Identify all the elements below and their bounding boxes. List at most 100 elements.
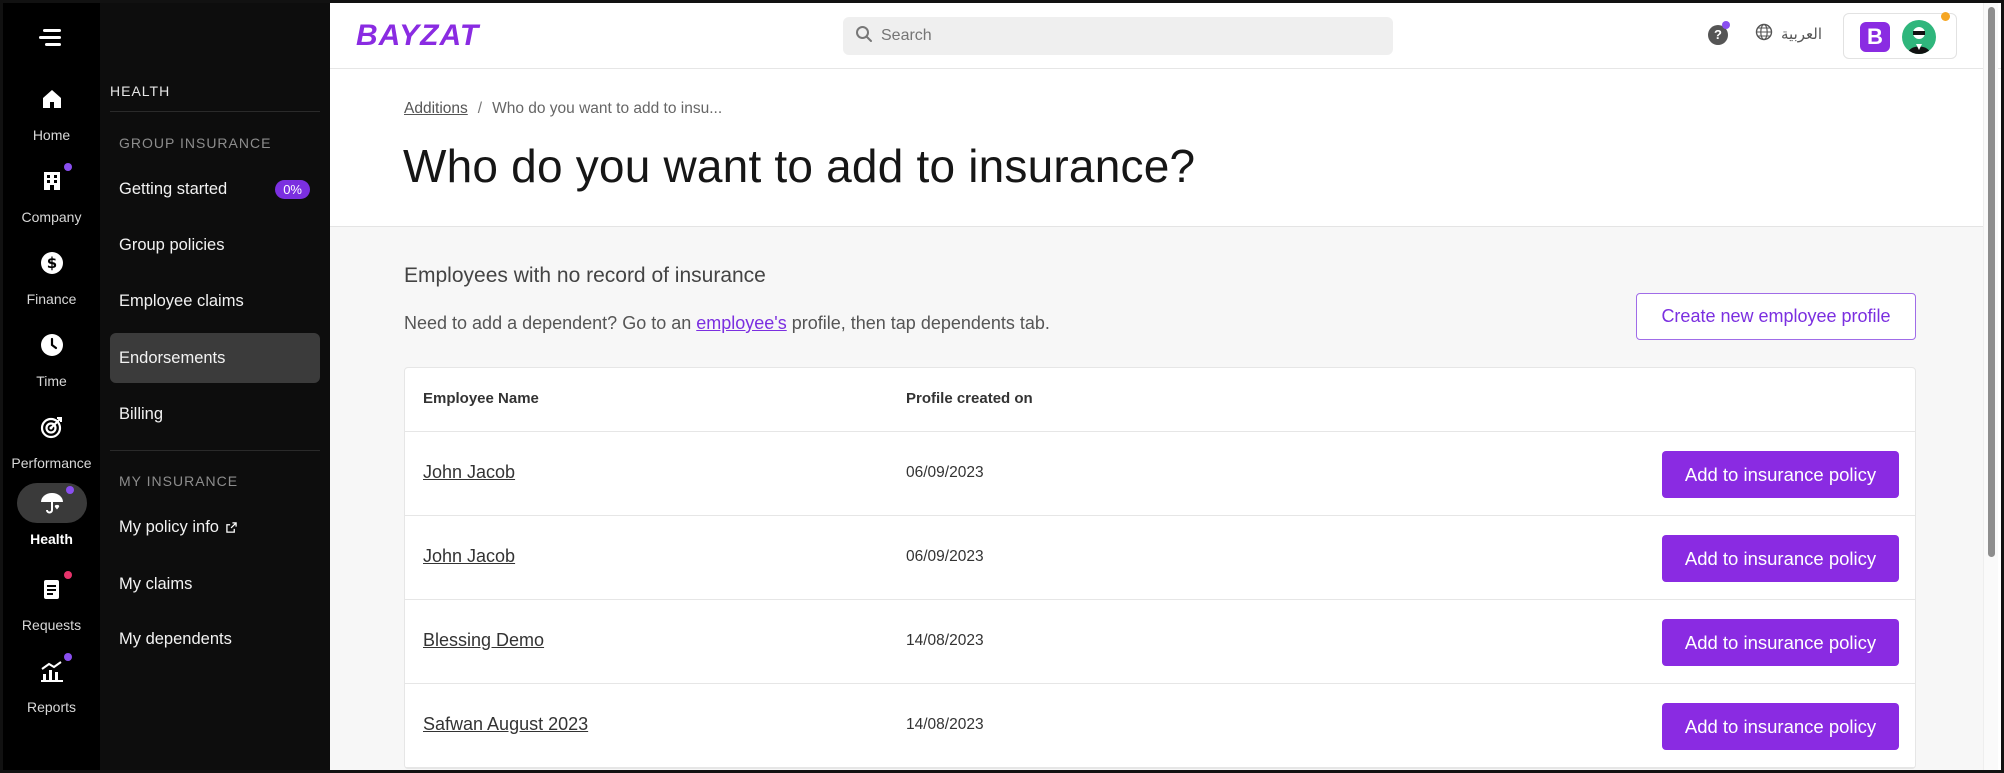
status-dot xyxy=(1941,12,1950,21)
language-switcher[interactable]: العربية xyxy=(1755,23,1822,45)
subnav-item-group-policies[interactable]: Group policies xyxy=(110,220,320,270)
rail-item-requests[interactable]: Requests xyxy=(3,569,100,633)
column-header-profile-created: Profile created on xyxy=(906,390,1033,407)
rail-item-health[interactable]: Health xyxy=(3,483,100,547)
target-icon xyxy=(17,407,87,447)
table-row: John Jacob 06/09/2023 Add to insurance p… xyxy=(405,432,1915,516)
divider xyxy=(110,111,320,112)
subnav-item-label: Group policies xyxy=(119,235,225,254)
add-to-insurance-button[interactable]: Add to insurance policy xyxy=(1662,703,1899,750)
globe-icon xyxy=(1755,23,1773,45)
employees-profile-link[interactable]: employee's xyxy=(696,313,786,333)
column-header-employee-name: Employee Name xyxy=(423,390,539,407)
add-to-insurance-button[interactable]: Add to insurance policy xyxy=(1662,451,1899,498)
rail-label-performance: Performance xyxy=(11,455,92,471)
health-subnav: HEALTH GROUP INSURANCE Getting started 0… xyxy=(100,3,330,770)
profile-created-date: 06/09/2023 xyxy=(906,548,984,565)
company-logo: B xyxy=(1860,22,1890,52)
subnav-item-label: Getting started xyxy=(119,179,228,198)
search-input[interactable] xyxy=(881,27,1361,45)
add-to-insurance-button[interactable]: Add to insurance policy xyxy=(1662,535,1899,582)
search-box[interactable] xyxy=(843,17,1393,55)
subnav-item-label: Billing xyxy=(119,404,164,423)
top-bar: BAYZAT ? العربية B xyxy=(330,3,2001,69)
subnav-item-label: My claims xyxy=(119,574,193,593)
section-description: Need to add a dependent? Go to an employ… xyxy=(404,313,1050,334)
breadcrumb: Additions / Who do you want to add to insu… xyxy=(404,100,722,118)
subnav-item-my-dependents[interactable]: My dependents xyxy=(110,614,320,664)
chart-icon xyxy=(17,651,87,691)
progress-badge: 0% xyxy=(275,180,310,199)
divider xyxy=(110,450,320,451)
rail-label-reports: Reports xyxy=(26,699,77,715)
subnav-section-title: HEALTH xyxy=(110,83,171,99)
building-icon xyxy=(17,161,87,201)
group-label-group-insurance: GROUP INSURANCE xyxy=(119,135,272,151)
scrollbar-thumb[interactable] xyxy=(1988,7,1995,557)
description-text: profile, then tap dependents tab. xyxy=(786,313,1050,333)
subnav-item-label: My dependents xyxy=(119,629,232,648)
rail-label-company: Company xyxy=(21,209,82,225)
subnav-item-endorsements[interactable]: Endorsements xyxy=(110,333,320,383)
subnav-item-label: Employee claims xyxy=(119,291,244,310)
create-employee-profile-button[interactable]: Create new employee profile xyxy=(1636,293,1916,340)
table-row: Blessing Demo 14/08/2023 Add to insuranc… xyxy=(405,600,1915,684)
rail-item-reports[interactable]: Reports xyxy=(3,651,100,715)
table-header: Employee Name Profile created on xyxy=(405,368,1915,432)
employee-name-link[interactable]: Blessing Demo xyxy=(423,630,544,651)
notification-dot xyxy=(65,486,74,494)
home-icon xyxy=(17,79,87,119)
help-icon[interactable]: ? xyxy=(1708,21,1730,45)
rail-label-requests: Requests xyxy=(21,617,82,633)
employee-name-link[interactable]: John Jacob xyxy=(423,546,515,567)
avatar xyxy=(1902,20,1936,54)
employee-name-link[interactable]: John Jacob xyxy=(423,462,515,483)
clock-icon xyxy=(17,325,87,365)
main-rail: Home Company $ Finance Time Performance … xyxy=(3,3,100,770)
main-content: Additions / Who do you want to add to insu… xyxy=(330,69,1983,770)
notification-dot xyxy=(63,163,72,171)
rail-label-home: Home xyxy=(32,127,71,143)
dollar-icon: $ xyxy=(17,243,87,283)
table-row: Safwan August 2023 14/08/2023 Add to ins… xyxy=(405,684,1915,768)
scrollbar[interactable] xyxy=(1983,3,1998,770)
notification-dot xyxy=(63,653,72,661)
search-icon xyxy=(855,25,873,48)
breadcrumb-link-additions[interactable]: Additions xyxy=(404,100,468,117)
section-title: Employees with no record of insurance xyxy=(404,264,766,287)
svg-text:$: $ xyxy=(46,254,56,272)
health-umbrella-icon xyxy=(16,483,87,523)
external-link-icon xyxy=(226,521,237,533)
table-row: John Jacob 06/09/2023 Add to insurance p… xyxy=(405,516,1915,600)
subnav-item-employee-claims[interactable]: Employee claims xyxy=(110,276,320,326)
page-title: Who do you want to add to insurance? xyxy=(403,140,1196,192)
language-label: العربية xyxy=(1781,26,1822,43)
clipboard-icon xyxy=(17,569,87,609)
employee-name-link[interactable]: Safwan August 2023 xyxy=(423,714,588,735)
page-header: Additions / Who do you want to add to insu… xyxy=(330,69,1983,227)
subnav-item-my-claims[interactable]: My claims xyxy=(110,559,320,609)
rail-item-finance[interactable]: $ Finance xyxy=(3,243,100,307)
breadcrumb-separator: / xyxy=(477,100,483,117)
subnav-item-billing[interactable]: Billing xyxy=(110,389,320,439)
breadcrumb-current: Who do you want to add to insu... xyxy=(492,100,723,117)
rail-label-time: Time xyxy=(36,373,67,389)
employees-table: Employee Name Profile created on John Ja… xyxy=(404,367,1916,769)
subnav-item-getting-started[interactable]: Getting started 0% xyxy=(110,164,320,214)
rail-item-home[interactable]: Home xyxy=(3,79,100,143)
subnav-item-my-policy-info[interactable]: My policy info xyxy=(110,502,320,552)
notification-dot xyxy=(63,571,72,579)
account-switcher[interactable]: B xyxy=(1843,12,1957,59)
add-to-insurance-button[interactable]: Add to insurance policy xyxy=(1662,619,1899,666)
subnav-item-label: Endorsements xyxy=(119,348,226,367)
hamburger-menu-icon[interactable] xyxy=(37,25,65,49)
description-text: Need to add a dependent? Go to an xyxy=(404,313,697,333)
bayzat-logo[interactable]: BAYZAT xyxy=(356,19,479,53)
rail-item-time[interactable]: Time xyxy=(3,325,100,389)
rail-label-health: Health xyxy=(30,531,73,547)
rail-item-company[interactable]: Company xyxy=(3,161,100,225)
profile-created-date: 06/09/2023 xyxy=(906,464,984,481)
group-label-my-insurance: MY INSURANCE xyxy=(119,473,239,489)
rail-item-performance[interactable]: Performance xyxy=(3,407,100,471)
subnav-item-label: My policy info xyxy=(119,517,219,536)
